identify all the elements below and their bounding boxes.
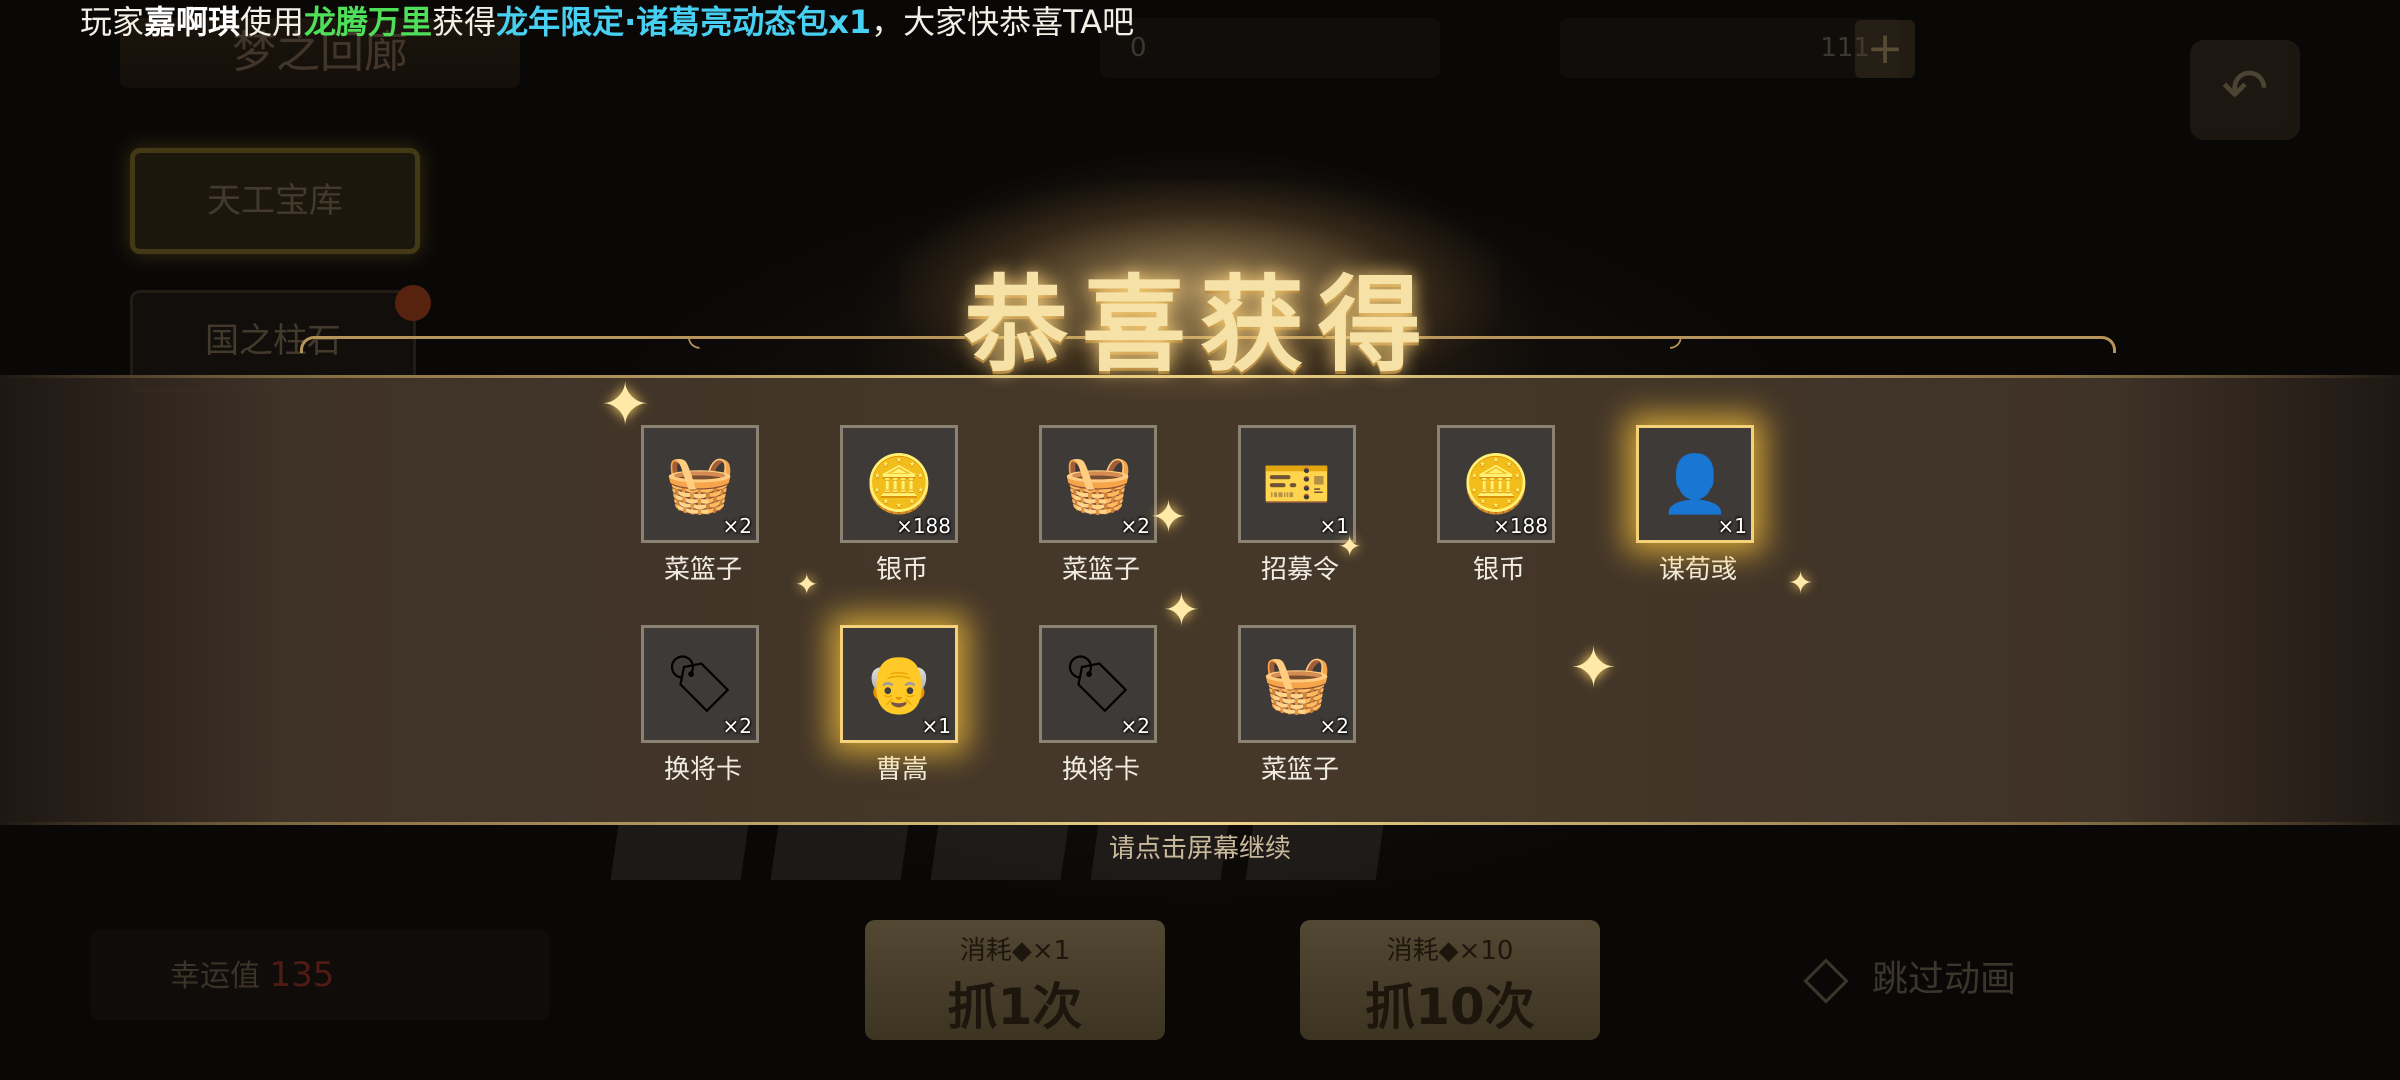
item-name: 曹嵩 (875, 755, 928, 785)
item-frame: 🧺 ×2 (1238, 625, 1356, 743)
item-count: ×1 (1717, 514, 1747, 538)
currency-jade-display: 0 (1100, 18, 1440, 78)
reward-item[interactable]: 🏷 ×2 换将卡 (1039, 625, 1163, 786)
reward-item[interactable]: 🪙 ×188 银币 (1437, 425, 1561, 586)
reward-title: 恭喜获得 (963, 263, 1436, 386)
sparkle-icon: ✦ (1570, 636, 1617, 701)
currency-gold-display: 111 (1560, 18, 1900, 78)
diamond-icon (1803, 958, 1849, 1004)
sparkle-icon: ✦ (1788, 566, 1814, 601)
sparkle-icon: ✦ (1338, 530, 1362, 563)
item-count: ×2 (1319, 714, 1349, 738)
draw-ten-button[interactable]: 消耗◆×10 抓10次 (1300, 920, 1600, 1040)
item-frame: 🪙 ×188 (1437, 425, 1555, 543)
reward-item[interactable]: 🪙 ×188 银币 (840, 425, 964, 586)
announcement-marquee: 玩家嘉啊琪使用龙腾万里获得龙年限定·诸葛亮动态包x1，大家快恭喜TA吧 (80, 0, 1134, 44)
marquee-item-name: 龙腾万里 (304, 3, 433, 41)
marquee-player-name: 嘉啊琪 (144, 3, 241, 41)
sparkle-icon: ✦ (1163, 585, 1200, 636)
item-frame: 👴 ×1 (840, 625, 958, 743)
item-count: ×2 (1120, 514, 1150, 538)
item-count: ×2 (1120, 714, 1150, 738)
back-button[interactable]: ↶ (2190, 40, 2300, 140)
reward-panel[interactable] (0, 375, 2400, 825)
item-count: ×1 (921, 714, 951, 738)
reward-item[interactable]: 🏷 ×2 换将卡 (641, 625, 765, 786)
reward-item[interactable]: 🧺 ×2 菜篮子 (1238, 625, 1362, 786)
item-name: 银币 (1472, 555, 1525, 585)
item-frame: 🏷 ×2 (1039, 625, 1157, 743)
reward-item-highlighted[interactable]: 👴 ×1 曹嵩 (840, 625, 964, 786)
item-count: ×188 (1493, 514, 1548, 538)
add-currency-button[interactable]: + (1855, 20, 1915, 78)
luck-value: 135 (269, 955, 335, 995)
sparkle-icon: ✦ (600, 370, 651, 440)
item-count: ×2 (722, 514, 752, 538)
item-name: 菜篮子 (1061, 555, 1140, 585)
item-name: 银币 (875, 555, 928, 585)
marquee-text: 获得 (432, 3, 497, 41)
luck-meter: 幸运值 135 (90, 930, 550, 1020)
reward-item[interactable]: 🧺 ×2 菜篮子 (1039, 425, 1163, 586)
panel-bottom-edge (0, 822, 2400, 825)
item-frame: 🎫 ×1 (1238, 425, 1356, 543)
item-name: 换将卡 (1061, 755, 1140, 785)
marquee-prefix: 玩家 (80, 3, 145, 41)
tab-tiangong-treasury[interactable]: 天工宝库 (130, 148, 420, 254)
tap-to-continue-hint: 请点击屏幕继续 (1108, 834, 1291, 864)
reward-item-highlighted[interactable]: 👤 ×1 谋荀彧 (1636, 425, 1760, 586)
sparkle-icon: ✦ (1150, 492, 1187, 543)
draw-once-button[interactable]: 消耗◆×1 抓1次 (865, 920, 1165, 1040)
skip-label: 跳过动画 (1872, 959, 2017, 1000)
draw-cost: 消耗◆×10 (1386, 936, 1514, 966)
draw-label: 抓10次 (1365, 978, 1535, 1036)
reward-item[interactable]: 🧺 ×2 菜篮子 (641, 425, 765, 586)
item-frame: 👤 ×1 (1636, 425, 1754, 543)
item-name: 菜篮子 (663, 555, 742, 585)
item-frame: 🧺 ×2 (641, 425, 759, 543)
draw-label: 抓1次 (947, 978, 1083, 1036)
item-frame: 🏷 ×2 (641, 625, 759, 743)
item-count: ×188 (896, 514, 951, 538)
marquee-text: 使用 (240, 3, 305, 41)
marquee-reward-name: 龙年限定·诸葛亮动态包x1 (496, 3, 872, 41)
skip-animation-button[interactable]: 跳过动画 (1803, 950, 2017, 1004)
item-name: 菜篮子 (1260, 755, 1339, 785)
luck-label: 幸运值 (170, 959, 260, 994)
item-count: ×2 (722, 714, 752, 738)
item-name: 换将卡 (663, 755, 742, 785)
sparkle-icon: ✦ (795, 568, 819, 601)
item-name: 谋荀彧 (1658, 555, 1737, 585)
item-name: 招募令 (1260, 555, 1339, 585)
item-frame: 🪙 ×188 (840, 425, 958, 543)
draw-cost: 消耗◆×1 (959, 936, 1071, 966)
item-frame: 🧺 ×2 (1039, 425, 1157, 543)
marquee-suffix: ，大家快恭喜TA吧 (871, 3, 1135, 41)
